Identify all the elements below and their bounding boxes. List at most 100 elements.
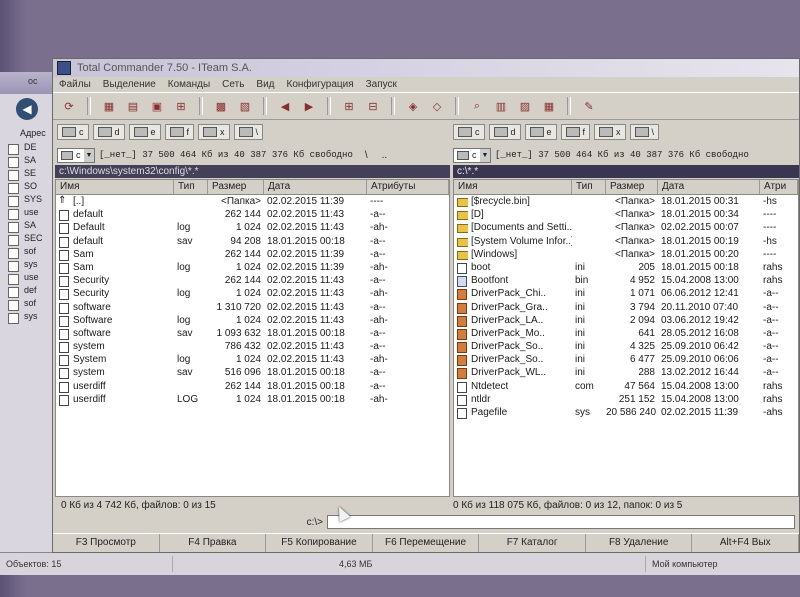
copy-names-icon[interactable]: ▦ xyxy=(539,97,559,115)
file-row[interactable]: default 262 144 02.02.2015 11:43 -a-- xyxy=(56,208,449,222)
column-header-date[interactable]: Дата xyxy=(264,180,367,194)
menu-item[interactable]: Команды xyxy=(168,79,210,90)
back-icon[interactable]: ◀ xyxy=(16,98,38,120)
drive-button[interactable]: e xyxy=(128,124,161,140)
drive-button[interactable]: c xyxy=(453,124,485,140)
file-row[interactable]: [Documents and Setti..] <Папка> 02.02.2015… xyxy=(454,221,798,234)
column-header-date[interactable]: Дата xyxy=(658,180,760,194)
column-header-ext[interactable]: Тип xyxy=(174,180,208,194)
file-row[interactable]: DriverPack_Mo.. ini 641 28.05.2012 16:08 -a-… xyxy=(454,327,798,341)
unpack-icon[interactable]: ▧ xyxy=(235,97,255,115)
file-row[interactable]: DriverPack_Gra.. ini 3 794 20.11.2010 07:40… xyxy=(454,301,798,314)
column-header-name[interactable]: Имя xyxy=(454,180,572,194)
left-path-bar[interactable]: c:\Windows\system32\config\*.* xyxy=(55,165,450,178)
unselect-group-icon[interactable]: ⊟ xyxy=(363,97,383,115)
file-row[interactable]: DriverPack_Chi.. ini 1 071 06.06.2012 12:41… xyxy=(454,287,798,301)
cell-ext: sav xyxy=(177,235,193,247)
pack-icon[interactable]: ▩ xyxy=(211,97,231,115)
ftp-connect-icon[interactable]: ◈ xyxy=(403,97,423,115)
menu-item[interactable]: Выделение xyxy=(103,79,156,90)
file-row[interactable]: software sav 1 093 632 18.01.2015 00:18 -a-- xyxy=(56,327,449,341)
command-input[interactable] xyxy=(327,515,795,529)
right-drive-select[interactable]: c ▼ xyxy=(453,147,491,163)
menu-item[interactable]: Сеть xyxy=(222,79,244,90)
back-arrow-icon[interactable]: ◀ xyxy=(275,97,295,115)
menu-item[interactable]: Вид xyxy=(256,79,274,90)
sync-icon[interactable]: ▨ xyxy=(515,97,535,115)
menu-item[interactable]: Файлы xyxy=(59,79,91,90)
menu-item[interactable]: Конфигурация xyxy=(287,79,354,90)
rename-icon[interactable]: ▥ xyxy=(491,97,511,115)
function-key-button[interactable]: F5 Копирование xyxy=(266,534,373,552)
cell-attr: -a-- xyxy=(763,341,779,353)
function-key-button[interactable]: F6 Перемещение xyxy=(373,534,480,552)
drive-button[interactable]: \ xyxy=(233,124,264,140)
file-row[interactable]: userdiff 262 144 18.01.2015 00:18 -a-- xyxy=(56,380,449,393)
file-row[interactable]: Pagefile sys 20 586 240 02.02.2015 11:39 -ah… xyxy=(454,406,798,420)
function-key-button[interactable]: Alt+F4 Вых xyxy=(692,534,800,552)
column-header-ext[interactable]: Тип xyxy=(572,180,606,194)
file-row[interactable]: Software log 1 024 02.02.2015 11:43 -ah- xyxy=(56,314,449,327)
file-row[interactable]: Sam log 1 024 02.02.2015 11:39 -ah- xyxy=(56,261,449,275)
file-row[interactable]: Sam 262 144 02.02.2015 11:39 -a-- xyxy=(56,248,449,261)
refresh-icon[interactable]: ⟳ xyxy=(59,97,79,115)
function-key-button[interactable]: F3 Просмотр xyxy=(53,534,160,552)
drive-button[interactable]: x xyxy=(594,124,626,140)
column-header-attr[interactable]: Атрибуты xyxy=(367,180,449,194)
file-row[interactable]: software 1 310 720 02.02.2015 11:43 -a-- xyxy=(56,301,449,314)
menu-item[interactable]: Запуск xyxy=(366,79,397,90)
select-group-icon[interactable]: ⊞ xyxy=(339,97,359,115)
file-row[interactable]: system 786 432 02.02.2015 11:43 -a-- xyxy=(56,340,449,354)
cell-date: 02.02.2015 11:39 xyxy=(267,261,345,273)
drive-button[interactable]: d xyxy=(92,124,125,140)
thumbnails-icon[interactable]: ⊞ xyxy=(171,97,191,115)
function-key-button[interactable]: F7 Каталог xyxy=(479,534,586,552)
file-row[interactable]: userdiff LOG 1 024 18.01.2015 00:18 -ah- xyxy=(56,393,449,406)
right-path-bar[interactable]: c:\*.* xyxy=(453,165,799,178)
file-row[interactable]: [D] <Папка> 18.01.2015 00:34 ---- xyxy=(454,208,798,221)
full-view-icon[interactable]: ▤ xyxy=(123,97,143,115)
drive-button[interactable]: f xyxy=(164,124,195,140)
file-row[interactable]: Security log 1 024 02.02.2015 11:43 -ah- xyxy=(56,287,449,301)
column-header-name[interactable]: Имя xyxy=(56,180,174,194)
left-file-panel[interactable]: ИмяТипРазмерДатаАтрибуты[..]<Папка>02.02… xyxy=(55,179,450,497)
file-row[interactable]: Bootfont bin 4 952 15.04.2008 13:00 rahs xyxy=(454,274,798,288)
info-icon[interactable]: ▣ xyxy=(147,97,167,115)
column-header-size[interactable]: Размер xyxy=(208,180,264,194)
notepad-icon[interactable]: ✎ xyxy=(579,97,599,115)
file-row[interactable]: [Windows] <Папка> 18.01.2015 00:20 ---- xyxy=(454,248,798,261)
right-file-panel[interactable]: Имя Тип Размер Дата Атри [$recycle.bin] <Папка… xyxy=(453,179,799,497)
column-header-attr[interactable]: Атри xyxy=(760,180,798,194)
file-row[interactable]: ntldr 251 152 15.04.2008 13:00 rahs xyxy=(454,393,798,406)
forward-arrow-icon[interactable]: ▶ xyxy=(299,97,319,115)
root-button[interactable]: \ xyxy=(365,150,368,161)
column-header-size[interactable]: Размер xyxy=(606,180,658,194)
file-row[interactable]: boot ini 205 18.01.2015 00:18 rahs xyxy=(454,261,798,275)
drive-button[interactable]: d xyxy=(488,124,521,140)
brief-view-icon[interactable]: ▦ xyxy=(99,97,119,115)
drive-button[interactable]: e xyxy=(524,124,557,140)
left-drive-select[interactable]: c ▼ xyxy=(57,147,95,163)
file-row[interactable]: DriverPack_LA.. ini 2 094 03.06.2012 19:42 -… xyxy=(454,314,798,327)
file-row[interactable]: DriverPack_So.. ini 4 325 25.09.2010 06:42 -… xyxy=(454,340,798,354)
file-row[interactable]: DriverPack_WL.. ini 288 13.02.2012 16:44 -a-… xyxy=(454,366,798,380)
function-key-button[interactable]: F4 Правка xyxy=(160,534,267,552)
drive-button[interactable]: x xyxy=(198,124,230,140)
drive-button[interactable]: f xyxy=(560,124,591,140)
ftp-new-icon[interactable]: ◇ xyxy=(427,97,447,115)
function-key-button[interactable]: F8 Удаление xyxy=(586,534,693,552)
file-row[interactable]: default sav 94 208 18.01.2015 00:18 -a-- xyxy=(56,235,449,248)
file-row[interactable]: Default log 1 024 02.02.2015 11:43 -ah- xyxy=(56,221,449,235)
drive-button[interactable]: \ xyxy=(629,124,660,140)
file-row[interactable]: [System Volume Infor..] <Папка> 18.01.2015… xyxy=(454,235,798,248)
file-row[interactable]: system sav 516 096 18.01.2015 00:18 -a-- xyxy=(56,366,449,380)
file-row[interactable]: DriverPack_So.. ini 6 477 25.09.2010 06:06 -… xyxy=(454,353,798,367)
search-icon[interactable]: ⌕ xyxy=(467,97,487,115)
file-row[interactable]: System log 1 024 02.02.2015 11:43 -ah- xyxy=(56,353,449,367)
file-row[interactable]: Security 262 144 02.02.2015 11:43 -a-- xyxy=(56,274,449,288)
drive-button[interactable]: c xyxy=(57,124,89,140)
parent-button[interactable]: .. xyxy=(382,150,388,161)
file-row[interactable]: [..] <Папка> 02.02.2015 11:39 ---- xyxy=(56,195,449,208)
file-row[interactable]: [$recycle.bin] <Папка> 18.01.2015 00:31 -hs xyxy=(454,195,798,208)
file-row[interactable]: Ntdetect com 47 564 15.04.2008 13:00 rahs xyxy=(454,380,798,393)
